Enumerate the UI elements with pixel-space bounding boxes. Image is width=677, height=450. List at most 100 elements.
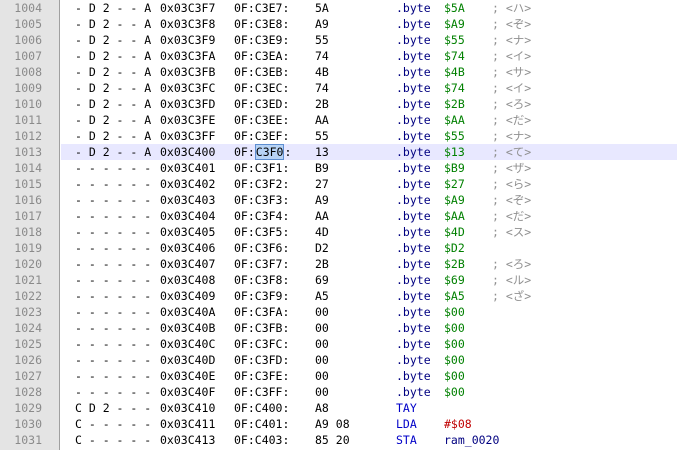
line-number: 1012: [14, 129, 42, 143]
line-number: 1022: [14, 289, 42, 303]
code-line[interactable]: 1026 - - - - - - 0x03C40D 0F:C3FD: 00 .byte $0…: [0, 352, 677, 368]
code-line[interactable]: 1019 - - - - - - 0x03C406 0F:C3F6: D2 .byte $D…: [0, 240, 677, 256]
mnemonic: .byte: [396, 369, 431, 383]
code-line-text[interactable]: - - - - - - 0x03C409 0F:C3F9: A5 .byte $A5 ; <…: [61, 288, 677, 304]
code-line-text[interactable]: - - - - - - 0x03C407 0F:C3F7: 2B .byte $2B ; <…: [61, 256, 677, 272]
mnemonic: LDA: [396, 417, 417, 431]
bank-address: 0F:C3F6:: [234, 241, 290, 255]
mnemonic: .byte: [396, 65, 431, 79]
hex-bytes: 5A: [315, 1, 329, 15]
rom-address: 0x03C3F9: [160, 33, 216, 47]
bank-address: 0F:C3FA:: [234, 305, 290, 319]
operand: $27: [444, 177, 465, 191]
operand: $55: [444, 129, 465, 143]
code-line[interactable]: 1007 - D 2 - - A 0x03C3FA 0F:C3EA: 74 .byte $7…: [0, 48, 677, 64]
comment: ; <ざ>: [492, 289, 532, 303]
code-line-text[interactable]: - - - - - - 0x03C40B 0F:C3FB: 00 .byte $00: [61, 320, 677, 336]
operand: $00: [444, 321, 465, 335]
line-number: 1017: [14, 209, 42, 223]
text-editor[interactable]: 1004 - D 2 - - A 0x03C3F7 0F:C3E7: 5A .byte $5…: [0, 0, 677, 450]
code-line[interactable]: 1029 C D 2 - - - 0x03C410 0F:C400: A8 TAY: [0, 400, 677, 416]
rom-address: 0x03C413: [160, 433, 216, 447]
code-line-text[interactable]: - D 2 - - A 0x03C3FC 0F:C3EC: 74 .byte $74 ; <…: [61, 80, 677, 96]
code-line-text[interactable]: - - - - - - 0x03C40F 0F:C3FF: 00 .byte $00: [61, 384, 677, 400]
code-line[interactable]: 1016 - - - - - - 0x03C403 0F:C3F3: A9 .byte $A…: [0, 192, 677, 208]
hex-bytes: A8: [315, 401, 329, 415]
code-line-text[interactable]: - - - - - - 0x03C401 0F:C3F1: B9 .byte $B9 ; <…: [61, 160, 677, 176]
code-line[interactable]: 1025 - - - - - - 0x03C40C 0F:C3FC: 00 .byte $0…: [0, 336, 677, 352]
code-line[interactable]: 1018 - - - - - - 0x03C405 0F:C3F5: 4D .byte $4…: [0, 224, 677, 240]
code-line-text[interactable]: - - - - - - 0x03C406 0F:C3F6: D2 .byte $D2: [61, 240, 677, 256]
code-line-current[interactable]: 1013 - D 2 - - A 0x03C400 0F:C3F0: 13 .byte $1…: [0, 144, 677, 160]
line-number: 1026: [14, 353, 42, 367]
code-line[interactable]: 1015 - - - - - - 0x03C402 0F:C3F2: 27 .byte $2…: [0, 176, 677, 192]
code-line-text[interactable]: - D 2 - - A 0x03C3FE 0F:C3EE: AA .byte $AA ; <…: [61, 112, 677, 128]
comment: ; <て>: [492, 145, 532, 159]
line-flags: - D 2 - - A: [75, 49, 152, 63]
hex-bytes: AA: [315, 113, 329, 127]
code-line[interactable]: 1005 - D 2 - - A 0x03C3F8 0F:C3E8: A9 .byte $A…: [0, 16, 677, 32]
code-line[interactable]: 1020 - - - - - - 0x03C407 0F:C3F7: 2B .byte $2…: [0, 256, 677, 272]
code-line-text[interactable]: - D 2 - - A 0x03C3FB 0F:C3EB: 4B .byte $4B ; <…: [61, 64, 677, 80]
code-line[interactable]: 1011 - D 2 - - A 0x03C3FE 0F:C3EE: AA .byte $A…: [0, 112, 677, 128]
code-line-text[interactable]: C D 2 - - - 0x03C410 0F:C400: A8 TAY: [61, 400, 677, 416]
code-line[interactable]: 1008 - D 2 - - A 0x03C3FB 0F:C3EB: 4B .byte $4…: [0, 64, 677, 80]
line-flags: - - - - - -: [75, 241, 152, 255]
code-line-text[interactable]: C - - - - - 0x03C413 0F:C403: 85 20 STA ram_0…: [61, 432, 677, 448]
line-flags: - - - - - -: [75, 321, 152, 335]
code-line-text[interactable]: - - - - - - 0x03C402 0F:C3F2: 27 .byte $27 ; <…: [61, 176, 677, 192]
bank-address: 0F:C3F0:: [234, 144, 291, 160]
code-line[interactable]: 1017 - - - - - - 0x03C404 0F:C3F4: AA .byte $A…: [0, 208, 677, 224]
code-line[interactable]: 1006 - D 2 - - A 0x03C3F9 0F:C3E9: 55 .byte $5…: [0, 32, 677, 48]
code-line-text[interactable]: - D 2 - - A 0x03C400 0F:C3F0: 13 .byte $13 ; <…: [61, 144, 677, 160]
code-line[interactable]: 1014 - - - - - - 0x03C401 0F:C3F1: B9 .byte $B…: [0, 160, 677, 176]
operand: $74: [444, 49, 465, 63]
code-line-text[interactable]: - - - - - - 0x03C40D 0F:C3FD: 00 .byte $00: [61, 352, 677, 368]
code-line[interactable]: 1027 - - - - - - 0x03C40E 0F:C3FE: 00 .byte $0…: [0, 368, 677, 384]
line-flags: - - - - - -: [75, 337, 152, 351]
code-line-text[interactable]: - D 2 - - A 0x03C3FA 0F:C3EA: 74 .byte $74 ; <…: [61, 48, 677, 64]
rom-address: 0x03C3F7: [160, 1, 216, 15]
code-line[interactable]: 1012 - D 2 - - A 0x03C3FF 0F:C3EF: 55 .byte $5…: [0, 128, 677, 144]
code-line-text[interactable]: C - - - - - 0x03C411 0F:C401: A9 08 LDA #$08: [61, 416, 677, 432]
code-line[interactable]: 1021 - - - - - - 0x03C408 0F:C3F8: 69 .byte $6…: [0, 272, 677, 288]
code-line-text[interactable]: - - - - - - 0x03C40E 0F:C3FE: 00 .byte $00: [61, 368, 677, 384]
bank-address: 0F:C3FF:: [234, 385, 290, 399]
code-line-text[interactable]: - - - - - - 0x03C403 0F:C3F3: A9 .byte $A9 ; <…: [61, 192, 677, 208]
code-line-text[interactable]: - D 2 - - A 0x03C3F8 0F:C3E8: A9 .byte $A9 ; <…: [61, 16, 677, 32]
line-number: 1016: [14, 193, 42, 207]
code-line-text[interactable]: - - - - - - 0x03C405 0F:C3F5: 4D .byte $4D ; <…: [61, 224, 677, 240]
line-number: 1019: [14, 241, 42, 255]
rom-address: 0x03C410: [160, 401, 216, 415]
comment: ; <ナ>: [492, 33, 532, 47]
line-number: 1031: [14, 433, 42, 447]
hex-bytes: 4D: [315, 225, 329, 239]
code-line-text[interactable]: - - - - - - 0x03C404 0F:C3F4: AA .byte $AA ; <…: [61, 208, 677, 224]
code-line-text[interactable]: - D 2 - - A 0x03C3FD 0F:C3ED: 2B .byte $2B ; <…: [61, 96, 677, 112]
rom-address: 0x03C3FE: [160, 113, 216, 127]
code-line-text[interactable]: - D 2 - - A 0x03C3F7 0F:C3E7: 5A .byte $5A ; <…: [61, 0, 677, 16]
code-line-text[interactable]: - - - - - - 0x03C408 0F:C3F8: 69 .byte $69 ; <…: [61, 272, 677, 288]
code-line[interactable]: 1028 - - - - - - 0x03C40F 0F:C3FF: 00 .byte $0…: [0, 384, 677, 400]
code-lines[interactable]: 1004 - D 2 - - A 0x03C3F7 0F:C3E7: 5A .byte $5…: [0, 0, 677, 448]
line-flags: - - - - - -: [75, 257, 152, 271]
code-line-text[interactable]: - - - - - - 0x03C40A 0F:C3FA: 00 .byte $00: [61, 304, 677, 320]
code-line[interactable]: 1009 - D 2 - - A 0x03C3FC 0F:C3EC: 74 .byte $7…: [0, 80, 677, 96]
bank-address: 0F:C3EF:: [234, 129, 290, 143]
code-line[interactable]: 1031 C - - - - - 0x03C413 0F:C403: 85 20 STA r…: [0, 432, 677, 448]
rom-address: 0x03C3FA: [160, 49, 216, 63]
code-line-text[interactable]: - D 2 - - A 0x03C3F9 0F:C3E9: 55 .byte $55 ; <…: [61, 32, 677, 48]
code-line[interactable]: 1024 - - - - - - 0x03C40B 0F:C3FB: 00 .byte $0…: [0, 320, 677, 336]
code-line[interactable]: 1022 - - - - - - 0x03C409 0F:C3F9: A5 .byte $A…: [0, 288, 677, 304]
code-line-text[interactable]: - D 2 - - A 0x03C3FF 0F:C3EF: 55 .byte $55 ; <…: [61, 128, 677, 144]
code-line[interactable]: 1010 - D 2 - - A 0x03C3FD 0F:C3ED: 2B .byte $2…: [0, 96, 677, 112]
line-number: 1018: [14, 225, 42, 239]
bank-address: 0F:C3F1:: [234, 161, 290, 175]
line-flags: - - - - - -: [75, 177, 152, 191]
code-line-text[interactable]: - - - - - - 0x03C40C 0F:C3FC: 00 .byte $00: [61, 336, 677, 352]
code-line[interactable]: 1030 C - - - - - 0x03C411 0F:C401: A9 08 LDA #…: [0, 416, 677, 432]
code-line[interactable]: 1004 - D 2 - - A 0x03C3F7 0F:C3E7: 5A .byte $5…: [0, 0, 677, 16]
code-line[interactable]: 1023 - - - - - - 0x03C40A 0F:C3FA: 00 .byte $0…: [0, 304, 677, 320]
selected-text[interactable]: C3F0: [254, 144, 285, 160]
comment: ; <ル>: [492, 273, 532, 287]
